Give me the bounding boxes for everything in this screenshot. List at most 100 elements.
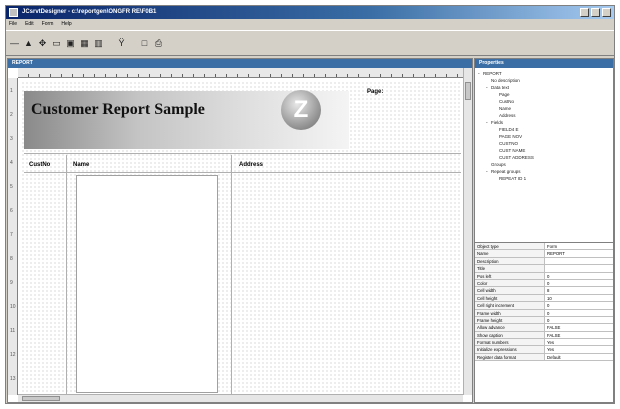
menu-file[interactable]: File [9,21,17,27]
menu-edit[interactable]: Edit [25,21,34,27]
move-tool-icon[interactable]: ✥ [37,38,48,49]
tree-node-label: Address [499,113,516,118]
band-divider [24,172,461,173]
tree-node-label: FIELD4 E [499,127,519,132]
rectangle-tool-icon[interactable]: ▭ [51,38,62,49]
property-name: Initialize expressions [475,346,545,353]
tree-node[interactable]: FIELD4 E [478,126,610,133]
property-row[interactable]: Allow advance FALSE [475,324,613,332]
ruler-number: 5 [10,184,13,190]
minimize-button[interactable] [580,8,589,17]
property-row[interactable]: Description [475,257,613,266]
property-value[interactable]: Form [545,243,613,249]
tree-node-label: Groups [491,162,506,167]
tree-node[interactable]: No description [478,77,610,84]
tree-node[interactable]: REPEAT ID 1 [478,175,610,182]
property-row[interactable]: Cell width 8 [475,287,613,295]
image-tool-icon[interactable]: ▣ [65,38,76,49]
property-row[interactable]: Object type Form [475,243,613,251]
property-row[interactable]: Name REPORT [475,250,613,258]
close-button[interactable] [602,8,611,17]
name-field-box[interactable] [76,175,218,393]
property-row[interactable]: Title [475,265,613,273]
column-header-custno[interactable]: CustNo [29,162,50,168]
property-grid: Object type Form Name REPORT Description Titl… [475,242,613,362]
tree-node-label: CUSTNO [499,141,518,146]
tree-node-label: No description [491,78,520,83]
ruler-number: 8 [10,256,13,262]
property-name: Name [475,250,545,257]
page-label[interactable]: Page: [367,89,383,95]
report-canvas[interactable]: Customer Report Sample Z Page: CustNo Na… [21,81,461,395]
tree-node-label: REPORT [483,71,502,76]
property-value[interactable]: 0 [545,280,613,286]
vertical-scrollbar[interactable] [463,68,472,395]
tree-node[interactable]: CUSTNO [478,140,610,147]
line-tool-icon[interactable]: — [9,38,20,49]
tree-node[interactable]: CustNo [478,98,610,105]
barcode-tool-icon[interactable]: ▥ [93,38,104,49]
property-row[interactable]: Frame width 0 [475,309,613,317]
ruler-number: 1 [10,88,13,94]
menu-form[interactable]: Form [42,21,54,27]
tree-node[interactable]: CUST NAME [478,147,610,154]
property-row[interactable]: Register data format Default [475,353,613,362]
property-value[interactable]: 8 [545,287,613,293]
filter-tool-icon[interactable]: Ÿ [116,38,127,49]
properties-panel: Properties - REPORT No description - Data te… [474,58,614,403]
tree-node[interactable]: Name [478,105,610,112]
property-value[interactable]: FALSE [545,332,613,338]
designer-title: REPORT [8,59,472,68]
app-window: JCsrvtDesigner - c:\reportgen\ONGFR RE\F… [5,5,615,404]
property-value[interactable] [545,258,613,264]
property-value[interactable]: Yes [545,339,613,345]
page-tool-icon[interactable]: □ [139,38,150,49]
property-value[interactable]: 0 [545,273,613,279]
print-tool-icon[interactable]: ⎙ [153,38,164,49]
tree-node[interactable]: - Data text [478,84,610,91]
tree-node[interactable]: - REPORT [478,70,610,77]
properties-title: Properties [475,59,613,68]
scroll-thumb[interactable] [22,396,60,401]
property-value[interactable]: 0 [545,302,613,308]
property-row[interactable]: Frame height 0 [475,316,613,325]
table-tool-icon[interactable]: ▦ [79,38,90,49]
property-row[interactable]: Cell right increment 0 [475,302,613,310]
tree-node[interactable]: Address [478,112,610,119]
property-name: Cell right increment [475,302,545,309]
property-value[interactable]: REPORT [545,250,613,256]
tree-node-label: REPEAT ID 1 [499,176,527,181]
tree-node[interactable]: - Fields [478,119,610,126]
menu-help[interactable]: Help [61,21,71,27]
maximize-button[interactable] [591,8,600,17]
logo-icon[interactable]: Z [281,90,321,130]
vertical-ruler: 1 2 3 4 5 6 7 8 9 10 11 12 13 [8,78,18,395]
tree-node[interactable]: Page [478,91,610,98]
property-row[interactable]: Format numbers Yes [475,339,613,347]
column-header-address[interactable]: Address [239,162,263,168]
tree-node[interactable]: Groups [478,161,610,168]
property-row[interactable]: Initialize expressions Yes [475,346,613,354]
tree-node[interactable]: - Repeat groups [478,168,610,175]
property-value[interactable]: Default [545,354,613,360]
property-row[interactable]: Show caption FALSE [475,331,613,340]
property-value[interactable] [545,265,613,271]
band-divider [24,153,461,154]
tree-node-label: Fields [491,120,504,125]
tree-node[interactable]: PAGE NOV [478,133,610,140]
property-value[interactable]: Yes [545,346,613,352]
column-header-name[interactable]: Name [73,162,89,168]
property-value[interactable]: 10 [545,295,613,301]
scroll-thumb[interactable] [465,82,471,100]
property-value[interactable]: 0 [545,310,613,316]
horizontal-scrollbar[interactable] [18,394,463,402]
report-title[interactable]: Customer Report Sample [31,101,205,119]
ruler-number: 13 [10,376,16,382]
tree-node[interactable]: CUST ADDRESS [478,154,610,161]
property-row[interactable]: Color 0 [475,279,613,288]
property-value[interactable]: 0 [545,317,613,323]
property-value[interactable]: FALSE [545,324,613,330]
select-tool-icon[interactable]: ▲ [23,38,34,49]
property-row[interactable]: Cell height 10 [475,294,613,303]
property-row[interactable]: Pos left 0 [475,272,613,280]
